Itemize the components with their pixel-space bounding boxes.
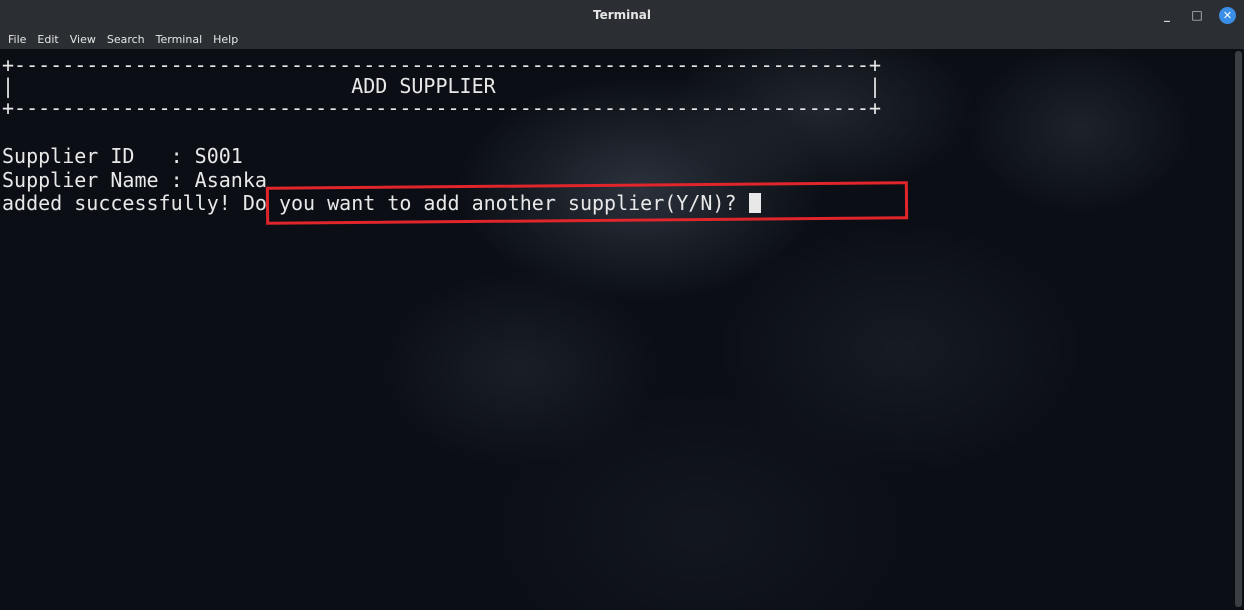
window-title: Terminal (592, 8, 652, 22)
menu-edit[interactable]: Edit (37, 33, 58, 46)
menu-help[interactable]: Help (213, 33, 238, 46)
minimize-icon[interactable]: _ (1159, 7, 1175, 23)
highlight-annotation (265, 181, 909, 225)
supplier-id-line: Supplier ID : S001 (2, 144, 243, 168)
menu-search[interactable]: Search (107, 33, 145, 46)
maximize-icon[interactable]: □ (1189, 7, 1205, 23)
title-bar[interactable]: Terminal _ □ ✕ (0, 0, 1244, 30)
terminal-output[interactable]: +---------------------------------------… (0, 49, 1244, 610)
close-icon[interactable]: ✕ (1219, 6, 1236, 24)
menu-terminal[interactable]: Terminal (156, 33, 203, 46)
menu-file[interactable]: File (8, 33, 26, 46)
supplier-name-line: Supplier Name : Asanka (2, 168, 267, 192)
menu-bar: File Edit View Search Terminal Help (0, 30, 1244, 49)
header-title-line: | ADD SUPPLIER | (2, 74, 881, 98)
terminal-window: Terminal _ □ ✕ File Edit View Search Ter… (0, 0, 1244, 610)
scrollbar[interactable] (1235, 51, 1242, 607)
header-border-bottom: +---------------------------------------… (2, 96, 881, 120)
window-controls: _ □ ✕ (1159, 0, 1236, 30)
menu-view[interactable]: View (70, 33, 96, 46)
